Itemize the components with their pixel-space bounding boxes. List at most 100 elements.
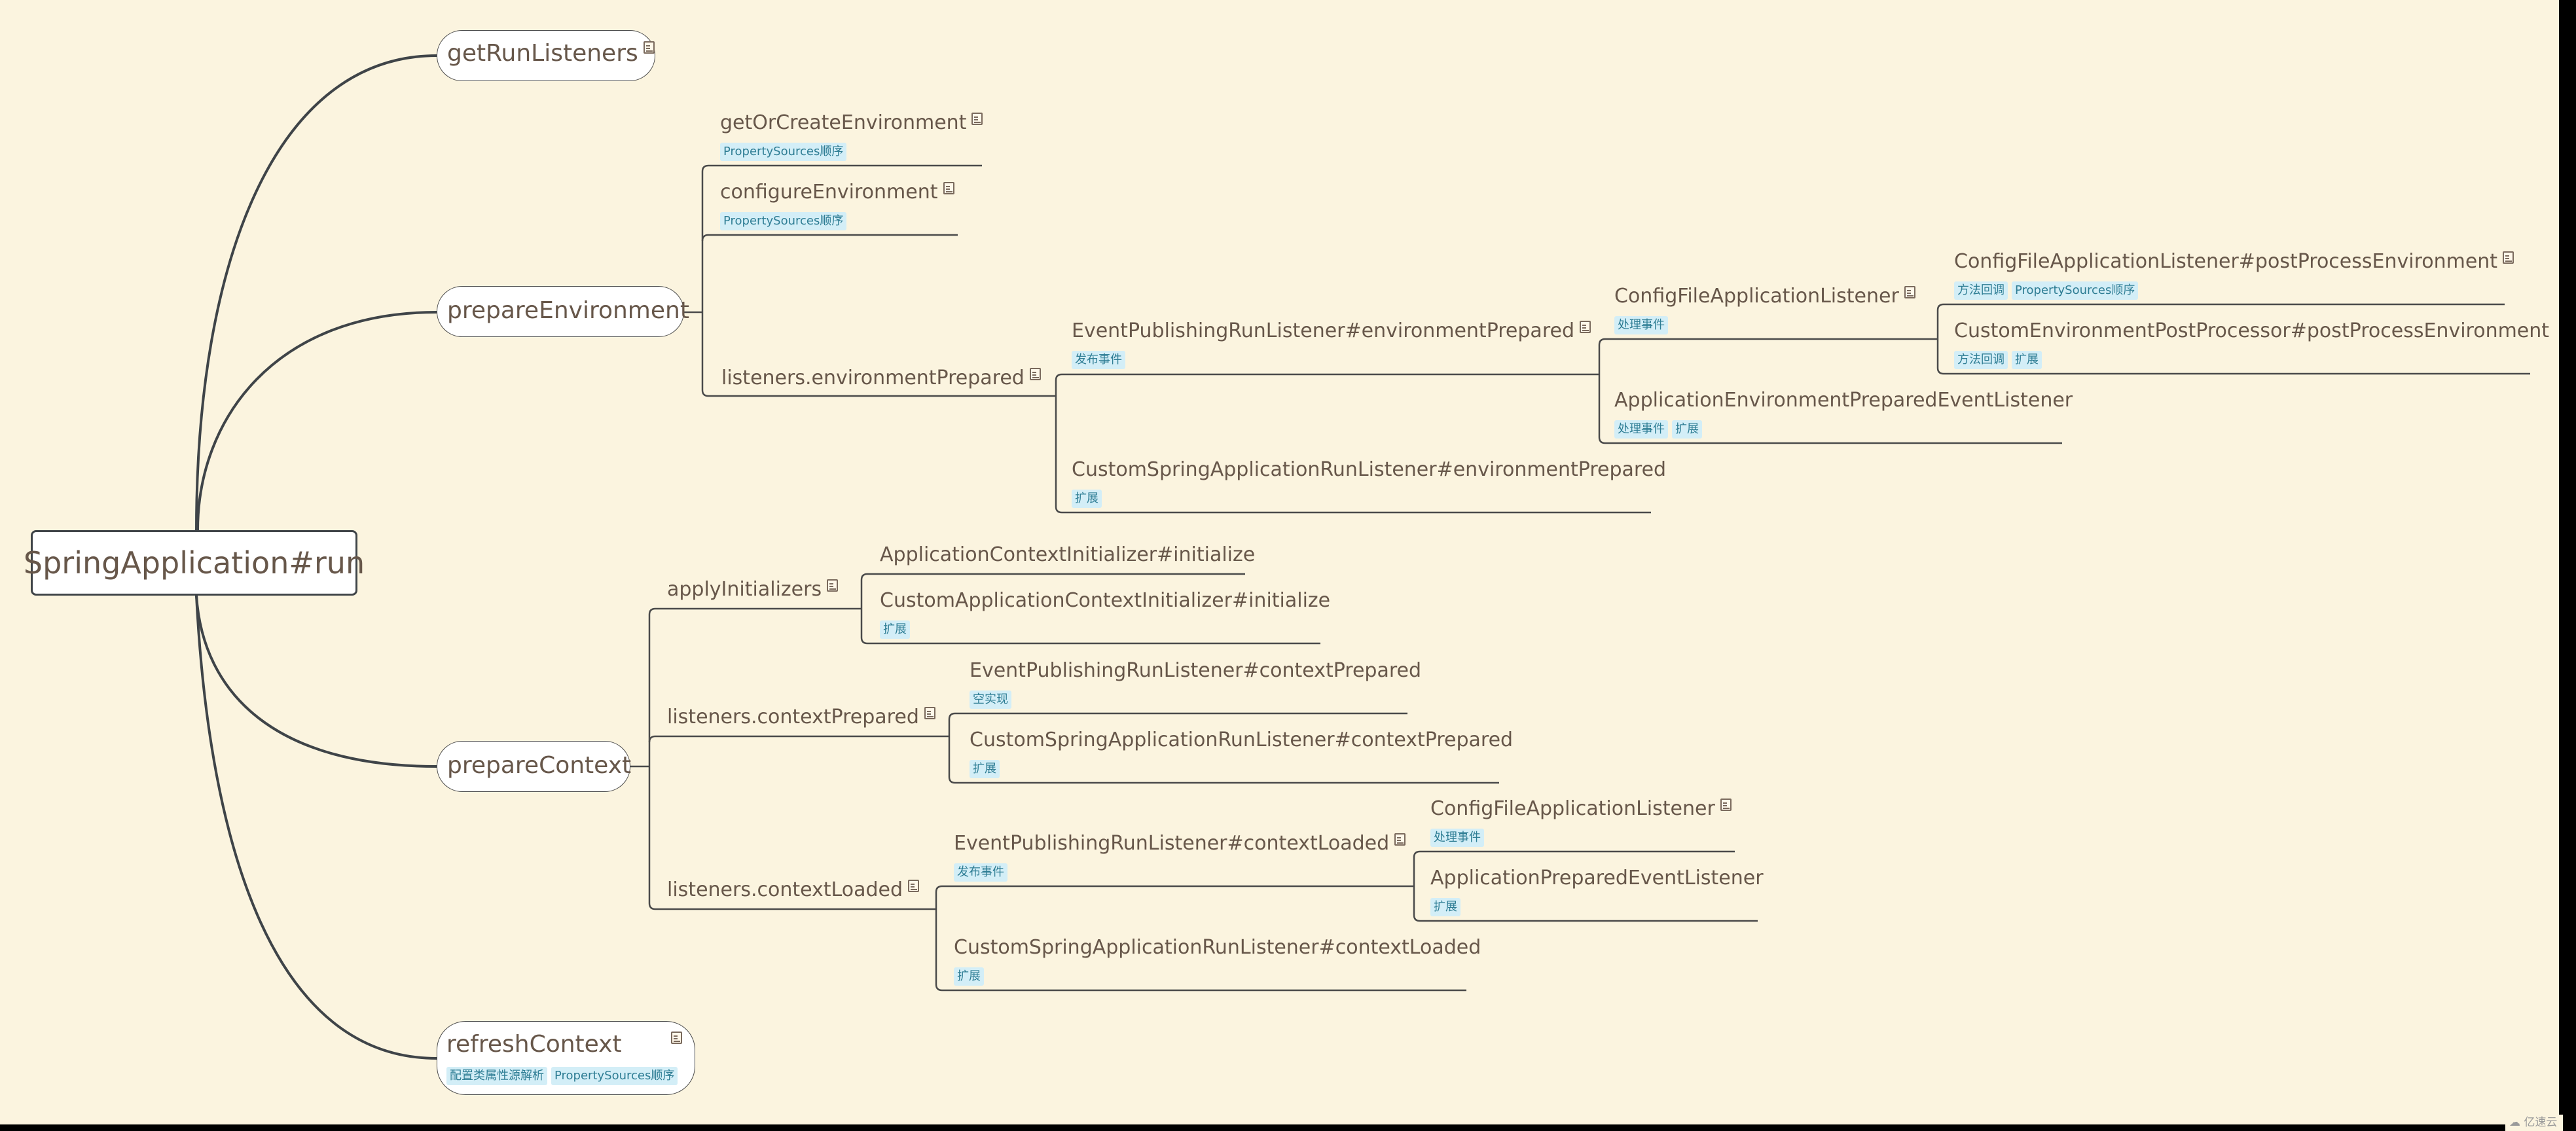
topic-label: listeners.contextPrepared bbox=[667, 706, 919, 728]
connector-root-getRunListeners bbox=[195, 54, 437, 531]
tag-list: 扩展 bbox=[954, 967, 984, 986]
topic-label: CustomSpringApplicationRunListener#conte… bbox=[954, 936, 1481, 959]
connector-configFileListener-spine bbox=[1936, 310, 1944, 375]
tag-list: PropertySources顺序 bbox=[720, 143, 847, 161]
topic-getRunListeners[interactable]: getRunListeners bbox=[437, 30, 655, 81]
connector-contextPrepared-spine bbox=[948, 719, 956, 784]
note-icon[interactable] bbox=[908, 880, 920, 892]
underline-applyInitializers bbox=[648, 607, 862, 615]
topic-environmentPrepared[interactable]: listeners.environmentPrepared bbox=[721, 367, 1041, 389]
connector-applyInitializers-spine bbox=[860, 580, 868, 645]
underline-eprlEnvPrepared bbox=[1055, 373, 1599, 381]
topic-label: ApplicationContextInitializer#initialize bbox=[880, 543, 1256, 566]
topic-label: listeners.contextLoaded bbox=[667, 878, 903, 901]
tag: 处理事件 bbox=[1614, 420, 1668, 439]
topic-label: refreshContext bbox=[446, 1031, 622, 1058]
note-icon[interactable] bbox=[971, 113, 983, 125]
connector-root-prepareEnvironment bbox=[196, 311, 437, 531]
note-icon[interactable] bbox=[1580, 321, 1591, 333]
topic-customSarlCtxLoaded[interactable]: CustomSpringApplicationRunListener#conte… bbox=[954, 936, 1481, 959]
note-icon[interactable] bbox=[924, 707, 935, 719]
topic-configFilePostProcess[interactable]: ConfigFileApplicationListener#postProces… bbox=[1954, 250, 2514, 273]
connector-eprlCtxLoaded-spine bbox=[1413, 857, 1421, 922]
topic-configFileListener[interactable]: ConfigFileApplicationListener bbox=[1614, 285, 1915, 308]
topic-contextLoaded[interactable]: listeners.contextLoaded bbox=[667, 878, 920, 901]
connector-prepareContext-spine bbox=[630, 615, 656, 910]
topic-prepareContext[interactable]: prepareContext bbox=[437, 741, 632, 792]
tag-list: 处理事件 bbox=[1430, 829, 1484, 847]
tag: 方法回调 bbox=[1954, 351, 2008, 369]
topic-getOrCreateEnvironment[interactable]: getOrCreateEnvironment bbox=[720, 111, 983, 134]
topic-label: CustomApplicationContextInitializer#init… bbox=[880, 589, 1331, 612]
topic-customAciInitialize[interactable]: CustomApplicationContextInitializer#init… bbox=[880, 589, 1330, 612]
topic-label: prepareEnvironment bbox=[447, 297, 689, 324]
note-icon[interactable] bbox=[671, 1032, 682, 1044]
topic-label: CustomSpringApplicationRunListener#conte… bbox=[970, 728, 1514, 751]
topic-label: applyInitializers bbox=[667, 578, 822, 601]
note-icon[interactable] bbox=[1904, 286, 1915, 298]
tag: 空实现 bbox=[970, 691, 1011, 709]
note-icon[interactable] bbox=[827, 579, 839, 592]
topic-contextPrepared[interactable]: listeners.contextPrepared bbox=[667, 706, 935, 728]
tag: 处理事件 bbox=[1430, 829, 1484, 847]
tag-list: 处理事件 扩展 bbox=[1614, 420, 1702, 439]
underline-configFilePostProcess bbox=[1936, 303, 2505, 311]
topic-appEnvPreparedListener[interactable]: ApplicationEnvironmentPreparedEventListe… bbox=[1614, 389, 2073, 412]
topic-label: prepareContext bbox=[447, 752, 632, 779]
topic-eprlCtxLoaded[interactable]: EventPublishingRunListener#contextLoaded bbox=[954, 832, 1406, 855]
note-icon[interactable] bbox=[643, 41, 655, 54]
connector-root-prepareContext bbox=[195, 595, 437, 768]
tag-list: PropertySources顺序 bbox=[720, 212, 847, 230]
root-topic[interactable]: SpringApplication#run bbox=[24, 530, 365, 596]
root-topic-label: SpringApplication#run bbox=[23, 545, 365, 581]
tag: 扩展 bbox=[880, 620, 910, 639]
note-icon[interactable] bbox=[1029, 368, 1041, 380]
tag-list: 空实现 bbox=[970, 691, 1011, 709]
underline-contextPrepared bbox=[648, 735, 949, 743]
topic-appPreparedListener[interactable]: ApplicationPreparedEventListener bbox=[1430, 867, 1764, 889]
topic-customSarlCtxPrepared[interactable]: CustomSpringApplicationRunListener#conte… bbox=[970, 728, 1513, 751]
tag: PropertySources顺序 bbox=[720, 143, 847, 161]
tag: 扩展 bbox=[1072, 490, 1102, 508]
tag: 扩展 bbox=[970, 760, 1000, 778]
tag: 扩展 bbox=[954, 967, 984, 986]
note-icon[interactable] bbox=[943, 182, 954, 194]
underline-eprlCtxLoaded bbox=[935, 885, 1414, 893]
note-icon[interactable] bbox=[1394, 833, 1406, 846]
topic-label: ConfigFileApplicationListener bbox=[1430, 797, 1715, 820]
connector-prepareEnvironment-spine bbox=[684, 171, 709, 397]
tag-list: 扩展 bbox=[1430, 898, 1460, 916]
topic-label: configureEnvironment bbox=[720, 181, 938, 204]
note-icon[interactable] bbox=[2503, 251, 2514, 264]
topic-customSarlEnvPrepared[interactable]: CustomSpringApplicationRunListener#envir… bbox=[1072, 458, 1666, 481]
mindmap-canvas: SpringApplication#run getRunListeners pr… bbox=[0, 0, 2559, 1124]
underline-configFileListener2 bbox=[1413, 850, 1735, 858]
tag-list: 处理事件 bbox=[1614, 316, 1668, 334]
topic-customEnvPostProcessor[interactable]: CustomEnvironmentPostProcessor#postProce… bbox=[1954, 319, 2549, 342]
topic-aciInitialize[interactable]: ApplicationContextInitializer#initialize bbox=[880, 543, 1255, 566]
underline-getOrCreateEnvironment bbox=[701, 164, 982, 172]
topic-label: ApplicationEnvironmentPreparedEventListe… bbox=[1614, 389, 2073, 412]
note-icon[interactable] bbox=[1720, 799, 1732, 811]
topic-label: ApplicationPreparedEventListener bbox=[1430, 867, 1764, 889]
tag-list: 配置类属性源解析 PropertySources顺序 bbox=[446, 1067, 678, 1085]
tag-list: 扩展 bbox=[970, 760, 1000, 778]
topic-label: ConfigFileApplicationListener#postProces… bbox=[1954, 250, 2498, 273]
tag: 发布事件 bbox=[954, 863, 1007, 882]
underline-configFileListener bbox=[1598, 338, 1938, 346]
topic-eprlCtxPrepared[interactable]: EventPublishingRunListener#contextPrepar… bbox=[970, 659, 1421, 682]
tag: 配置类属性源解析 bbox=[446, 1067, 547, 1085]
topic-prepareEnvironment[interactable]: prepareEnvironment bbox=[437, 286, 689, 337]
tag-list: 扩展 bbox=[1072, 490, 1102, 508]
topic-refreshContext[interactable]: refreshContext 配置类属性源解析 PropertySources顺… bbox=[437, 1021, 695, 1095]
topic-eprlEnvPrepared[interactable]: EventPublishingRunListener#environmentPr… bbox=[1072, 319, 1591, 342]
cloud-logo-icon: ☁ bbox=[2509, 1116, 2520, 1129]
underline-aciInitialize bbox=[860, 573, 1245, 581]
topic-label: listeners.environmentPrepared bbox=[721, 367, 1025, 389]
topic-label: ConfigFileApplicationListener bbox=[1614, 285, 1899, 308]
tag: 扩展 bbox=[1672, 420, 1702, 439]
topic-applyInitializers[interactable]: applyInitializers bbox=[667, 578, 839, 601]
topic-configureEnvironment[interactable]: configureEnvironment bbox=[720, 181, 954, 204]
tag-list: 发布事件 bbox=[954, 863, 1007, 882]
topic-configFileListener2[interactable]: ConfigFileApplicationListener bbox=[1430, 797, 1732, 820]
